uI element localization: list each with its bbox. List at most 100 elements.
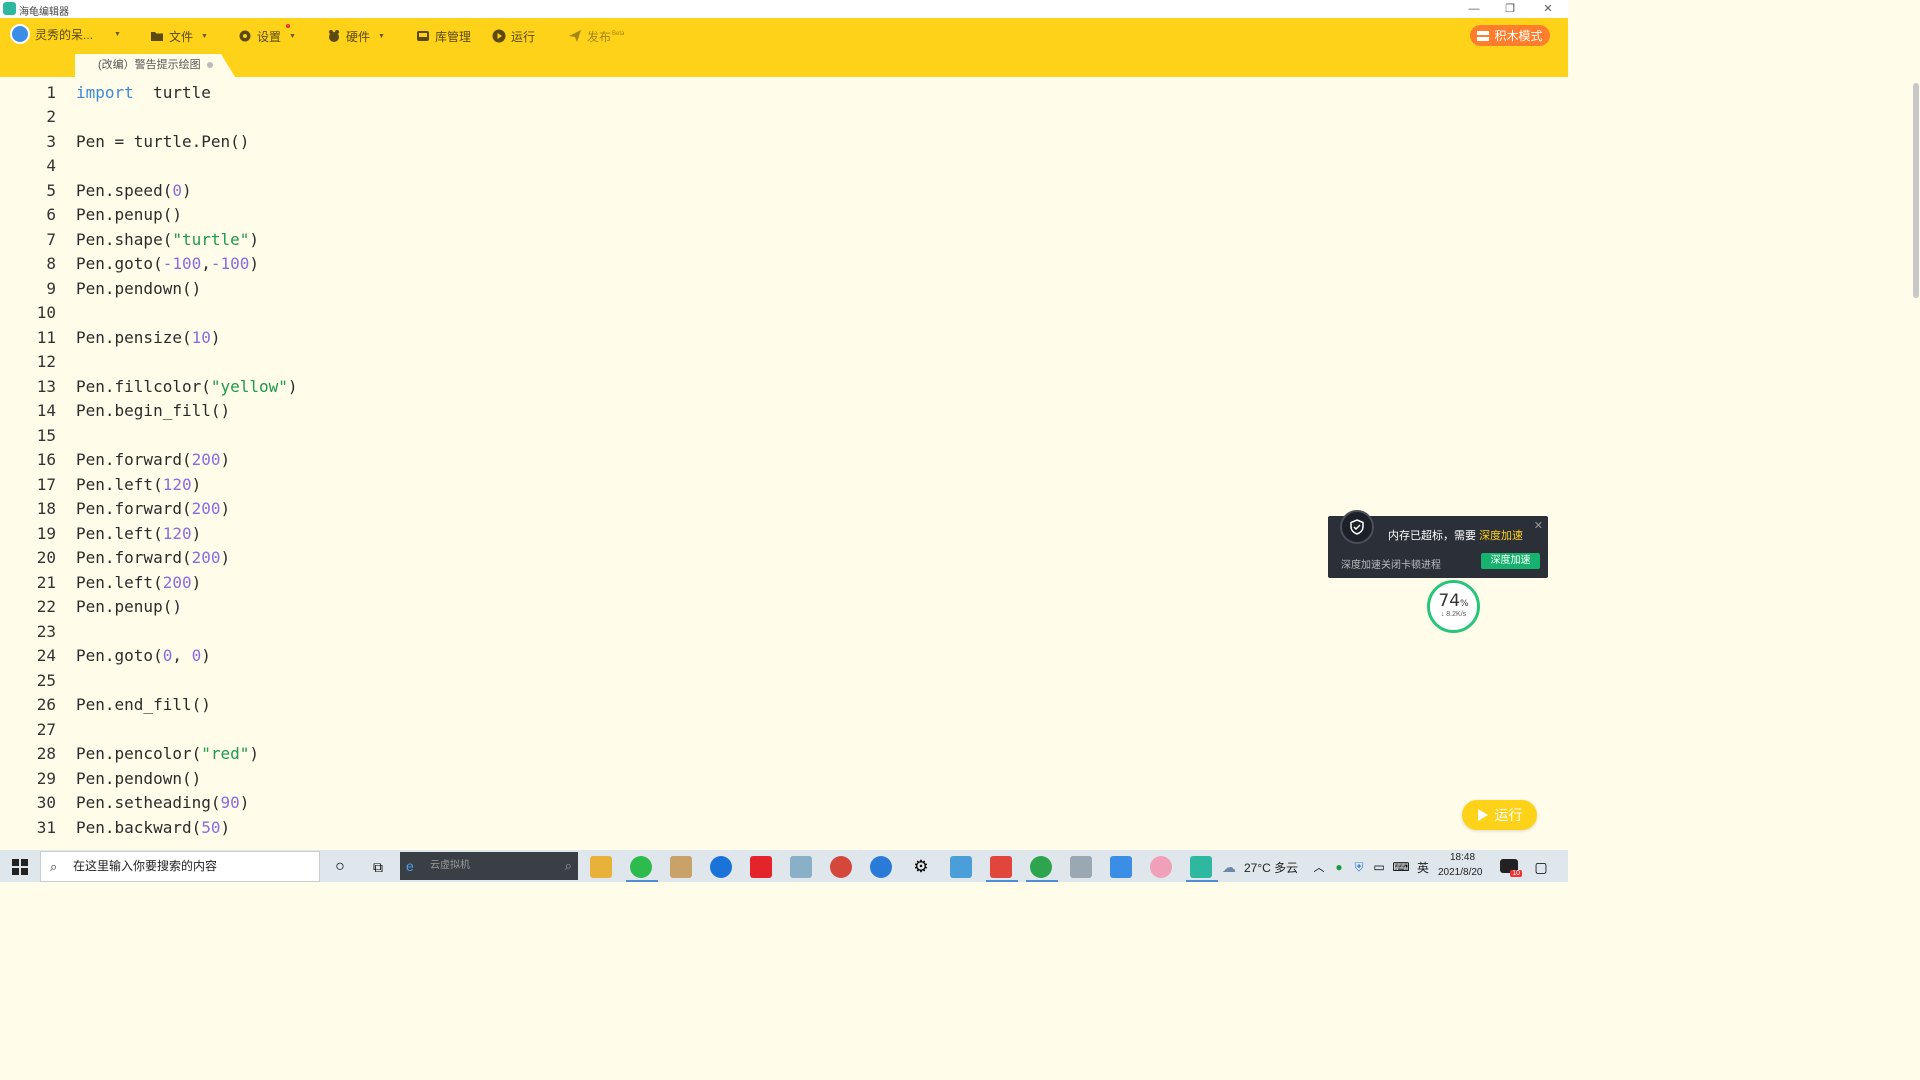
clock-time[interactable]: 18:48 [1450,852,1475,863]
monitor-app-icon[interactable] [950,856,972,878]
action-center-icon[interactable]: ▢ [1530,856,1552,878]
tab-file[interactable]: (改编）警告提示绘图 [75,54,235,77]
game-app-icon[interactable] [830,856,852,878]
network-icon[interactable]: ▭ [1368,856,1390,878]
code-line[interactable]: 2 [0,105,1550,130]
keyboard-icon[interactable]: ⌨ [1390,856,1412,878]
code-line[interactable]: 15 [0,424,1550,449]
code-line[interactable]: 22 Pen.penup() [0,595,1550,620]
code-line[interactable]: 3 Pen = turtle.Pen() [0,130,1550,155]
code-line[interactable]: 24 Pen.goto(0, 0) [0,644,1550,669]
minimize-button[interactable]: — [1456,0,1492,18]
user-menu[interactable]: 灵秀的呆... ▼ [10,24,121,44]
code-line[interactable]: 18 Pen.forward(200) [0,497,1550,522]
popup-close-icon[interactable]: ✕ [1534,519,1543,532]
publish-button[interactable]: 发布 Beta [568,27,624,45]
popup-highlight-link[interactable]: 深度加速 [1479,530,1523,542]
code-line[interactable]: 8 Pen.goto(-100,-100) [0,252,1550,277]
code-line[interactable]: 6 Pen.penup() [0,203,1550,228]
scrollbar-thumb[interactable] [1913,83,1919,298]
pig-app-icon[interactable] [1150,856,1172,878]
code-line[interactable]: 9 Pen.pendown() [0,277,1550,302]
code-line[interactable]: 20 Pen.forward(200) [0,546,1550,571]
paint-icon[interactable] [670,856,692,878]
code-text: Pen.left(200) [76,571,201,596]
code-line[interactable]: 4 [0,154,1550,179]
feishu-icon[interactable] [1110,856,1132,878]
code-line[interactable]: 31 Pen.backward(50) [0,816,1550,841]
code-text: Pen.pencolor("red") [76,742,259,767]
browser-search-input[interactable]: e 云虚拟机 ⌕ [400,852,578,880]
code-line[interactable]: 27 [0,718,1550,743]
file-menu[interactable]: 文件 ▼ [150,27,208,45]
restore-button[interactable]: ❐ [1492,0,1528,18]
code-line[interactable]: 5 Pen.speed(0) [0,179,1550,204]
editor-scrollbar[interactable] [1912,77,1920,850]
run-button-label: 运行 [1494,807,1523,823]
security-shield-icon[interactable]: ⛨ [1348,856,1370,878]
tray-expand-icon[interactable]: ︿ [1308,856,1330,878]
code-text: Pen.speed(0) [76,179,192,204]
line-number: 19 [36,523,56,543]
play-circle-icon [492,29,506,43]
deep-accelerate-button[interactable]: 深度加速 [1481,553,1540,569]
block-mode-button[interactable]: 积木模式 [1470,25,1550,46]
code-line[interactable]: 16 Pen.forward(200) [0,448,1550,473]
settings-menu[interactable]: 设置 ▼ [238,24,296,45]
line-number: 24 [36,646,56,665]
image-viewer-icon[interactable] [1070,856,1092,878]
code-line[interactable]: 1 import turtle [0,81,1550,106]
ime-indicator[interactable]: 英 [1417,859,1429,876]
code-token: 120 [162,474,192,494]
code-line[interactable]: 17 Pen.left(120) [0,473,1550,498]
close-button[interactable]: ✕ [1530,0,1566,18]
code-line[interactable]: 30 Pen.setheading(90) [0,791,1550,816]
kid-app-icon[interactable] [990,856,1012,878]
code-line[interactable]: 7 Pen.shape("turtle") [0,228,1550,253]
library-button[interactable]: 库管理 [416,27,471,45]
taskbar-search-input[interactable]: ⌕ 在这里输入你要搜索的内容 [40,851,320,882]
code-line[interactable]: 10 [0,301,1550,326]
chrome-icon[interactable] [1030,856,1052,878]
run-menu-button[interactable]: 运行 [492,27,535,45]
code-line[interactable]: 28 Pen.pencolor("red") [0,742,1550,767]
clock-date[interactable]: 2021/8/20 [1438,867,1483,878]
settings-gear-icon[interactable]: ⚙ [910,856,932,878]
turtle-editor-icon[interactable] [1190,856,1212,878]
code-line[interactable]: 25 [0,669,1550,694]
youdao-icon[interactable] [750,856,772,878]
code-token: Pen.forward( [76,548,192,567]
code-editor[interactable]: 1 import turtle 2 3 Pen = turtle.Pen() 4 5 Pen.… [0,77,1560,850]
code-text: Pen.end_fill() [76,693,211,718]
hardware-menu-label: 硬件 [346,29,371,44]
notification-app-icon[interactable]: 10 [1500,859,1522,877]
code-text: Pen.penup() [76,595,182,620]
task-view-icon[interactable]: ⧉ [367,856,389,878]
code-line[interactable]: 23 [0,620,1550,645]
line-number: 25 [36,670,56,690]
code-text: Pen.forward(200) [76,448,230,473]
windows-start-icon[interactable] [9,856,31,878]
code-line[interactable]: 21 Pen.left(200) [0,571,1550,596]
file-explorer-icon[interactable] [590,856,612,878]
wechat-icon[interactable] [630,856,652,878]
memory-alert-popup: 内存已超标，需要 深度加速 深度加速关闭卡顿进程 深度加速 ✕ [1328,510,1548,578]
run-button[interactable]: 运行 [1462,800,1537,830]
code-line[interactable]: 12 [0,350,1550,375]
notes-app-icon[interactable] [790,856,812,878]
tray-app-icon[interactable]: ● [1328,856,1350,878]
code-line[interactable]: 29 Pen.pendown() [0,767,1550,792]
line-number: 6 [46,205,56,224]
edge-browser-icon[interactable] [710,856,732,878]
hardware-menu[interactable]: 硬件 ▼ [327,27,385,45]
code-line[interactable]: 19 Pen.left(120) [0,522,1550,547]
code-line[interactable]: 26 Pen.end_fill() [0,693,1550,718]
memory-usage-widget[interactable]: 74% ↓ 8.2K/s [1427,580,1480,633]
k-app-icon[interactable] [870,856,892,878]
code-line[interactable]: 13 Pen.fillcolor("yellow") [0,375,1550,400]
weather-text[interactable]: 27°C 多云 [1244,859,1298,876]
cortana-icon[interactable]: ○ [329,856,351,878]
code-line[interactable]: 11 Pen.pensize(10) [0,326,1550,351]
weather-cloud-icon[interactable]: ☁ [1218,856,1240,878]
code-line[interactable]: 14 Pen.begin_fill() [0,399,1550,424]
